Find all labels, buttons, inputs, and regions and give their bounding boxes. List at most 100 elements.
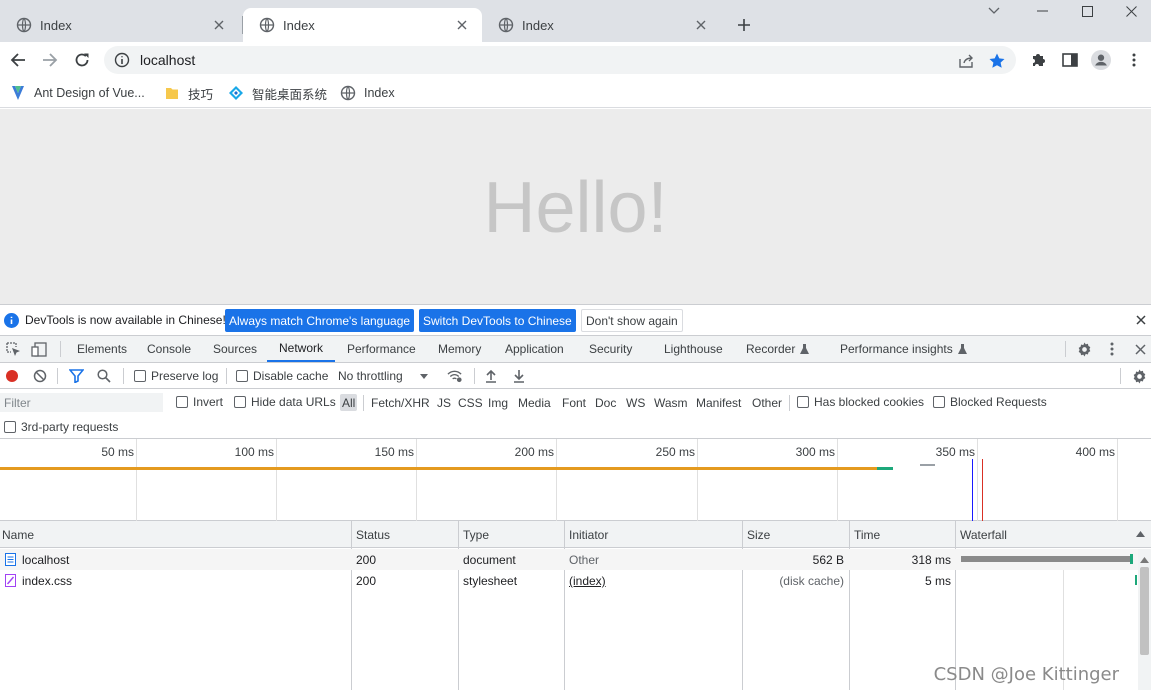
search-icon[interactable] xyxy=(96,368,112,384)
filter-type-all[interactable]: All xyxy=(340,394,358,411)
import-har-icon[interactable] xyxy=(483,368,499,384)
column-header-time[interactable]: Time xyxy=(854,528,880,542)
extensions-icon[interactable] xyxy=(1028,50,1048,70)
maximize-button[interactable] xyxy=(1064,0,1110,22)
tab-security[interactable]: Security xyxy=(589,336,632,362)
table-row[interactable]: localhost 200 document Other 562 B 318 m… xyxy=(0,549,1138,570)
switch-to-chinese-button[interactable]: Switch DevTools to Chinese xyxy=(419,309,576,332)
column-header-size[interactable]: Size xyxy=(747,528,770,542)
close-icon[interactable] xyxy=(693,17,709,33)
filter-type-js[interactable]: JS xyxy=(435,394,453,411)
record-icon[interactable] xyxy=(4,368,20,384)
scrollbar-thumb[interactable] xyxy=(1140,567,1149,655)
close-icon[interactable] xyxy=(211,17,227,33)
checkbox[interactable] xyxy=(134,370,146,382)
checkbox[interactable] xyxy=(933,396,945,408)
kebab-menu-icon[interactable] xyxy=(1104,341,1120,357)
css-request-bar xyxy=(920,464,935,466)
bookmark-item[interactable]: 智能桌面系统 xyxy=(228,83,327,103)
back-button[interactable] xyxy=(6,48,30,72)
scroll-up-arrow-icon[interactable] xyxy=(1140,557,1149,563)
filter-type-css[interactable]: CSS xyxy=(456,394,485,411)
checkbox[interactable] xyxy=(176,396,188,408)
tab-search-chevron-icon[interactable] xyxy=(971,0,1017,22)
filter-type-doc[interactable]: Doc xyxy=(593,394,618,411)
has-blocked-cookies-checkbox[interactable]: Has blocked cookies xyxy=(797,394,924,410)
address-bar[interactable]: localhost xyxy=(104,46,1016,74)
filter-input[interactable]: Filter xyxy=(0,393,163,412)
filter-type-ws[interactable]: WS xyxy=(624,394,647,411)
table-row[interactable]: index.css 200 stylesheet (index) (disk c… xyxy=(0,570,1138,591)
preserve-log-checkbox[interactable]: Preserve log xyxy=(134,368,218,384)
tab-application[interactable]: Application xyxy=(505,336,564,362)
close-devtools-icon[interactable] xyxy=(1132,341,1148,357)
export-har-icon[interactable] xyxy=(511,368,527,384)
network-conditions-icon[interactable] xyxy=(447,368,463,384)
minimize-button[interactable] xyxy=(1019,0,1065,22)
close-icon[interactable] xyxy=(1136,315,1146,325)
forward-button[interactable] xyxy=(38,48,62,72)
side-panel-icon[interactable] xyxy=(1060,50,1080,70)
request-status: 200 xyxy=(356,574,377,588)
kebab-menu-icon[interactable] xyxy=(1124,50,1144,70)
filter-type-font[interactable]: Font xyxy=(560,394,588,411)
column-header-initiator[interactable]: Initiator xyxy=(569,528,608,542)
inspect-element-icon[interactable] xyxy=(5,341,21,357)
checkbox[interactable] xyxy=(797,396,809,408)
blocked-requests-checkbox[interactable]: Blocked Requests xyxy=(933,394,1047,410)
bookmark-item[interactable]: 技巧 xyxy=(164,83,213,103)
profile-avatar-icon[interactable] xyxy=(1091,50,1111,70)
browser-tab-2[interactable]: Index xyxy=(243,8,482,42)
clear-icon[interactable] xyxy=(32,368,48,384)
tab-network[interactable]: Network xyxy=(267,336,336,362)
dont-show-again-button[interactable]: Don't show again xyxy=(581,309,683,332)
column-header-name[interactable]: Name xyxy=(2,528,34,542)
tab-lighthouse[interactable]: Lighthouse xyxy=(664,336,723,362)
throttling-select[interactable]: No throttling xyxy=(338,368,428,384)
new-tab-button[interactable] xyxy=(734,15,754,35)
filter-type-manifest[interactable]: Manifest xyxy=(694,394,743,411)
timeline-tick-label: 350 ms xyxy=(935,445,975,459)
tab-sources[interactable]: Sources xyxy=(213,336,257,362)
bookmark-item[interactable]: Index xyxy=(340,83,395,103)
browser-tab-1[interactable]: Index xyxy=(0,8,239,42)
tab-memory[interactable]: Memory xyxy=(438,336,481,362)
info-icon[interactable] xyxy=(114,52,130,68)
filter-icon[interactable] xyxy=(68,368,84,384)
filter-type-wasm[interactable]: Wasm xyxy=(652,394,690,411)
filter-type-img[interactable]: Img xyxy=(486,394,510,411)
waterfall-bar-download xyxy=(1135,575,1137,585)
column-header-status[interactable]: Status xyxy=(356,528,390,542)
invert-checkbox[interactable]: Invert xyxy=(176,394,223,410)
checkbox[interactable] xyxy=(234,396,246,408)
column-header-type[interactable]: Type xyxy=(463,528,489,542)
device-toolbar-icon[interactable] xyxy=(31,341,47,357)
always-match-language-button[interactable]: Always match Chrome's language xyxy=(225,309,415,332)
reload-button[interactable] xyxy=(70,48,94,72)
tab-performance-insights[interactable]: Performance insights xyxy=(840,336,967,362)
filter-type-fetch-xhr[interactable]: Fetch/XHR xyxy=(369,394,432,411)
hide-data-urls-checkbox[interactable]: Hide data URLs xyxy=(234,394,336,410)
disable-cache-checkbox[interactable]: Disable cache xyxy=(236,368,328,384)
share-icon[interactable] xyxy=(957,52,975,70)
tab-console[interactable]: Console xyxy=(147,336,191,362)
close-icon[interactable] xyxy=(454,17,470,33)
filter-type-other[interactable]: Other xyxy=(750,394,784,411)
request-initiator-link[interactable]: (index) xyxy=(569,574,606,588)
checkbox[interactable] xyxy=(236,370,248,382)
checkbox[interactable] xyxy=(4,421,16,433)
bookmark-star-icon[interactable] xyxy=(988,52,1006,70)
tab-performance[interactable]: Performance xyxy=(347,336,416,362)
network-settings-gear-icon[interactable] xyxy=(1131,368,1147,384)
tab-elements[interactable]: Elements xyxy=(77,336,127,362)
browser-tab-3[interactable]: Index xyxy=(482,8,721,42)
third-party-requests-checkbox[interactable]: 3rd-party requests xyxy=(4,419,118,435)
bookmark-item[interactable]: Ant Design of Vue... xyxy=(10,83,145,103)
settings-gear-icon[interactable] xyxy=(1076,341,1092,357)
sort-up-icon[interactable] xyxy=(1136,531,1145,537)
close-window-button[interactable] xyxy=(1108,0,1151,22)
tab-recorder[interactable]: Recorder xyxy=(746,336,810,362)
filter-type-media[interactable]: Media xyxy=(516,394,553,411)
network-overview-timeline[interactable]: 50 ms 100 ms 150 ms 200 ms 250 ms 300 ms… xyxy=(0,439,1151,521)
column-header-waterfall[interactable]: Waterfall xyxy=(960,528,1007,542)
